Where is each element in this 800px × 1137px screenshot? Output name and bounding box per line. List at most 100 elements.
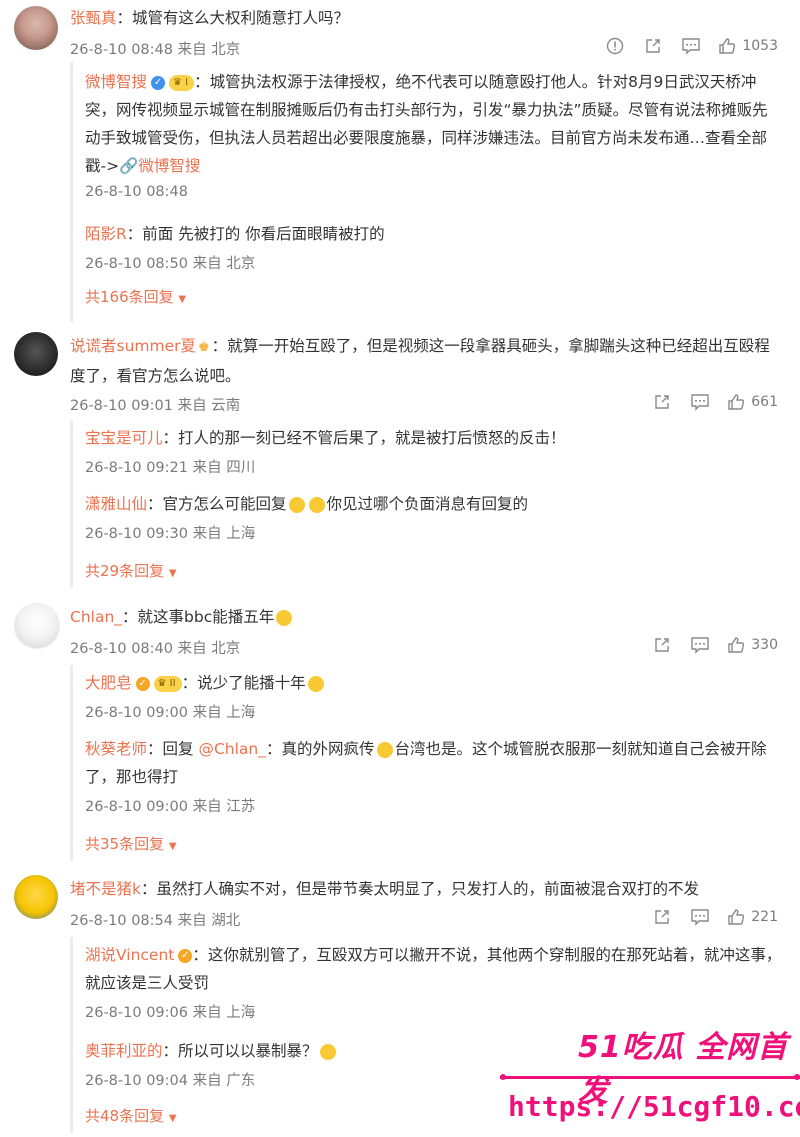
reply: 陌影R：前面 先被打的 你看后面眼睛被打的 26-8-10 08:50 来自 北…	[85, 220, 782, 273]
reply-meta: 26-8-10 08:50 来自 北京	[85, 256, 256, 272]
comment-icon[interactable]	[680, 35, 702, 57]
reply-content: 官方怎么可能回复	[162, 495, 287, 513]
like-count: 661	[751, 394, 778, 410]
reply-username[interactable]: 陌影R	[85, 225, 127, 243]
reply-username[interactable]: 宝宝是可儿	[85, 429, 163, 447]
verified-icon: ✓	[151, 75, 166, 90]
separator: ：	[126, 225, 143, 243]
more-replies-link[interactable]: 共166条回复 ▼	[85, 286, 186, 307]
like-icon	[728, 394, 745, 410]
reply-text: 秋葵老师：回复 @Chlan_：真的外网疯传 台湾也是。这个城管脱衣服那一刻就知道…	[85, 735, 782, 791]
reply-username[interactable]: 潇雅山仙	[85, 495, 147, 513]
avatar[interactable]	[14, 6, 58, 50]
like-icon	[728, 637, 745, 653]
reply-username[interactable]: 微博智搜	[85, 73, 147, 91]
emoji-icon	[307, 675, 324, 692]
username[interactable]: 堵不是猪k	[70, 880, 141, 898]
watermark-dot	[794, 1074, 800, 1080]
separator: ：	[147, 740, 163, 758]
crown-badge-icon: ♛ I	[169, 74, 195, 91]
separator: ：	[192, 946, 208, 964]
like-count: 1053	[742, 38, 778, 54]
link-icon: 🔗	[119, 157, 139, 175]
like-button[interactable]: 661	[727, 393, 778, 411]
separator: ：	[147, 495, 163, 513]
comment-actions: 221	[651, 906, 778, 928]
comment-actions: 661	[651, 391, 778, 413]
reply: 秋葵老师：回复 @Chlan_：真的外网疯传 台湾也是。这个城管脱衣服那一刻就知道…	[85, 735, 782, 816]
reply-meta: 26-8-10 09:00 来自 上海	[85, 705, 256, 721]
username[interactable]: 说谎者summer夏	[70, 337, 196, 355]
comment-icon[interactable]	[689, 634, 711, 656]
separator: ：	[162, 1042, 179, 1060]
reply-username[interactable]: 湖说Vincent	[85, 946, 174, 964]
report-icon[interactable]	[604, 35, 626, 57]
separator: ：	[162, 429, 179, 447]
more-replies-link[interactable]: 共35条回复 ▼	[85, 833, 177, 854]
reply-text: 微博智搜 ✓ ♛ I ：城管执法权源于法律授权，绝不代表可以随意殴打他人。针对8月9日…	[85, 68, 782, 180]
watermark: 51吃瓜 全网首发 https://51cgf10.com	[500, 1018, 800, 1133]
share-icon[interactable]	[651, 634, 673, 656]
reply-prefix: 回复	[162, 740, 199, 758]
emoji-icon	[288, 496, 305, 513]
separator: ：	[181, 674, 198, 692]
emoji-icon	[308, 496, 325, 513]
comment-meta: 26-8-10 08:54 来自 湖北	[70, 913, 241, 929]
watermark-dot	[500, 1074, 506, 1080]
like-button[interactable]: 1053	[718, 37, 778, 55]
reply-content: 你见过哪个负面消息有回复的	[326, 495, 529, 513]
reply-meta: 26-8-10 09:00 来自 江苏	[85, 799, 256, 815]
reply: 潇雅山仙：官方怎么可能回复 你见过哪个负面消息有回复的 26-8-10 09:30…	[85, 490, 782, 543]
emoji-icon	[319, 1043, 336, 1060]
like-icon	[719, 38, 736, 54]
reply-content: ：真的外网疯传	[266, 740, 375, 758]
more-replies-label: 共35条回复	[85, 835, 165, 853]
verified-icon: ✓	[178, 948, 193, 963]
reply-box: 微博智搜 ✓ ♛ I ：城管执法权源于法律授权，绝不代表可以随意殴打他人。针对8月9日…	[70, 62, 782, 322]
like-count: 330	[751, 637, 778, 653]
comment-text-line: Chlan_：就这事bbc能播五年	[70, 603, 770, 631]
like-button[interactable]: 330	[727, 636, 778, 654]
separator: ：	[116, 9, 133, 27]
chevron-down-icon: ▼	[168, 841, 177, 852]
comment-meta: 26-8-10 08:48 来自 北京	[70, 42, 241, 58]
source-link[interactable]: 微博智搜	[138, 157, 200, 175]
avatar[interactable]	[14, 875, 58, 919]
more-replies-link[interactable]: 共48条回复 ▼	[85, 1105, 177, 1126]
comment-text: 虽然打人确实不对，但是带节奏太明显了，只发打人的，前面被混合双打的不发	[156, 880, 700, 898]
reply-meta: 26-8-10 09:21 来自 四川	[85, 460, 256, 476]
comment-icon[interactable]	[689, 906, 711, 928]
reply-meta: 26-8-10 08:48	[85, 184, 188, 200]
reply-username[interactable]: 大肥皂	[85, 674, 132, 692]
comment-icon[interactable]	[689, 391, 711, 413]
reply-text: 潇雅山仙：官方怎么可能回复 你见过哪个负面消息有回复的	[85, 490, 782, 518]
share-icon[interactable]	[651, 906, 673, 928]
chevron-down-icon: ▼	[168, 1113, 177, 1124]
watermark-divider	[500, 1076, 800, 1079]
more-replies-link[interactable]: 共29条回复 ▼	[85, 560, 177, 581]
username[interactable]: 张甄真	[70, 9, 117, 27]
reply-text: 宝宝是可儿：打人的那一刻已经不管后果了，就是被打后愤怒的反击！	[85, 424, 782, 452]
comment-meta: 26-8-10 08:40 来自 北京	[70, 641, 241, 657]
username[interactable]: Chlan_	[70, 608, 122, 626]
reply-content: 说少了能播十年	[197, 674, 306, 692]
like-button[interactable]: 221	[727, 908, 778, 926]
mention-link[interactable]: @Chlan_	[198, 740, 266, 758]
avatar[interactable]	[14, 603, 60, 649]
emoji-icon	[276, 609, 293, 626]
chevron-down-icon: ▼	[178, 294, 187, 305]
reply: 大肥皂 ✓ ♛ II ：说少了能播十年 26-8-10 09:00 来自 上海	[85, 669, 782, 722]
share-icon[interactable]	[642, 35, 664, 57]
reply: 微博智搜 ✓ ♛ I ：城管执法权源于法律授权，绝不代表可以随意殴打他人。针对8月9日…	[85, 68, 782, 200]
avatar[interactable]	[14, 332, 58, 376]
reply-text: 陌影R：前面 先被打的 你看后面眼睛被打的	[85, 220, 782, 248]
crown-vip-icon: ♚	[198, 340, 210, 355]
reply-content: 前面 先被打的 你看后面眼睛被打的	[142, 225, 385, 243]
reply-username[interactable]: 奥菲利亚的	[85, 1042, 163, 1060]
reply-meta: 26-8-10 09:30 来自 上海	[85, 526, 256, 542]
reply-text: 湖说Vincent ✓ ：这你就别管了，互殴双方可以撇开不说，其他两个穿制服的在那死…	[85, 941, 782, 997]
like-icon	[728, 909, 745, 925]
reply-box: 宝宝是可儿：打人的那一刻已经不管后果了，就是被打后愤怒的反击！ 26-8-10 …	[70, 420, 782, 588]
share-icon[interactable]	[651, 391, 673, 413]
reply-username[interactable]: 秋葵老师	[85, 740, 147, 758]
